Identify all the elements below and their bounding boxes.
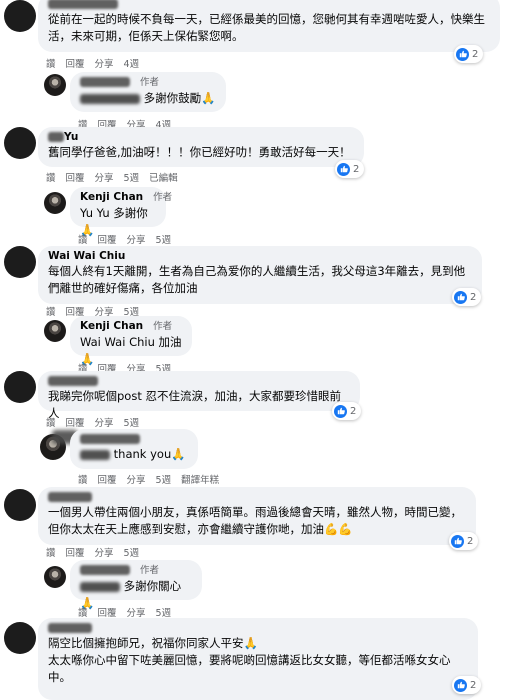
avatar[interactable] <box>44 566 66 588</box>
comment-text: 一個男人帶住兩個小朋友，真係唔簡單。雨過後總會天晴，雖然人物，時間已變，但你太太… <box>48 505 462 536</box>
avatar[interactable] <box>4 127 36 159</box>
comment-text: 太太喺你心中留下咗美麗回憶，要將呢啲回憶講返比女女聽，等佢都活喺女女心中。 <box>48 653 451 684</box>
like-button[interactable]: 讚 <box>46 59 56 70</box>
author-badge: 作者 <box>153 321 173 332</box>
comment-actions: 讚回覆 分享 4週 <box>46 56 149 70</box>
reply-button[interactable]: 回覆 <box>98 475 117 486</box>
reaction-count[interactable]: 2 <box>452 288 482 306</box>
commenter-name[interactable]: Kenji Chan 作者 <box>80 319 182 334</box>
like-button[interactable]: 讚 <box>78 235 88 246</box>
comment-bubble: Wai Wai Chiu 每個人終有1天離開，生者為自己為爱你的人繼續生活，我父… <box>38 246 482 304</box>
share-button[interactable]: 分享 <box>127 475 146 486</box>
share-button[interactable]: 分享 <box>95 59 114 70</box>
commenter-name[interactable]: 作者 <box>80 75 216 90</box>
avatar[interactable] <box>4 246 36 278</box>
timestamp[interactable]: 5週 <box>156 235 172 246</box>
author-badge: 作者 <box>153 192 173 203</box>
thumbs-up-icon <box>451 534 464 548</box>
reply-bubble: Kenji Chan 作者 Wai Wai Chiu 加油🙏 <box>70 316 192 366</box>
commenter-name[interactable] <box>48 490 466 504</box>
thumbs-up-icon <box>334 404 347 418</box>
share-button[interactable]: 分享 <box>95 418 114 429</box>
translate-link[interactable]: 翻譯年糕 <box>181 475 219 486</box>
comment-bubble: 一個男人帶住兩個小朋友，真係唔簡單。雨過後總會天晴，雖然人物，時間已變，但你太太… <box>38 487 476 545</box>
timestamp[interactable]: 4週 <box>124 59 140 70</box>
reply-bubble: 作者 多謝你關心🙏 <box>70 560 202 610</box>
timestamp[interactable]: 5週 <box>124 418 140 429</box>
commenter-name[interactable]: 作者 <box>80 563 192 578</box>
commenter-name[interactable] <box>80 432 188 446</box>
comment-bubble: 我睇完你呢個post 忍不住流淚，加油，大家都要珍惜眼前人 <box>38 371 360 420</box>
avatar[interactable] <box>4 0 36 32</box>
comment-bubble: 隔空比個擁抱師兄，祝福你同家人平安🙏 太太喺你心中留下咗美麗回憶，要將呢啲回憶講… <box>38 618 478 700</box>
like-button[interactable]: 讚 <box>78 475 88 486</box>
avatar[interactable] <box>44 320 66 342</box>
reaction-count[interactable]: 2 <box>454 45 484 63</box>
reaction-count[interactable]: 2 <box>452 676 482 694</box>
thumbs-up-icon <box>337 162 350 176</box>
reply-actions: 讚回覆 分享 5週 翻譯年糕 <box>78 472 229 486</box>
comment-bubble: Yu 舊同學仔爸爸,加油呀！！！你已經好叻！勇敢活好每一天！ <box>38 127 364 167</box>
avatar[interactable] <box>4 622 36 654</box>
like-button[interactable]: 讚 <box>46 418 56 429</box>
like-button[interactable]: 讚 <box>46 548 56 559</box>
author-badge: 作者 <box>140 77 160 88</box>
commenter-name[interactable] <box>48 0 490 11</box>
reaction-count[interactable]: 2 <box>449 532 479 550</box>
reply-bubble: Kenji Chan 作者 Yu Yu 多謝你🙏 <box>70 187 172 237</box>
comment-text: 舊同學仔爸爸,加油呀！！！你已經好叻！勇敢活好每一天！ <box>48 145 351 159</box>
timestamp[interactable]: 5週 <box>156 475 172 486</box>
share-button[interactable]: 分享 <box>95 548 114 559</box>
edited-label[interactable]: 已編輯 <box>149 173 178 184</box>
share-button[interactable]: 分享 <box>127 235 146 246</box>
reply-button[interactable]: 回覆 <box>66 59 85 70</box>
avatar[interactable] <box>4 371 36 403</box>
timestamp[interactable]: 5週 <box>124 173 140 184</box>
reply-button[interactable]: 回覆 <box>66 173 85 184</box>
comment-bubble: 從前在一起的時候不負每一天，已經係最美的回憶，您毑何其有幸週啱咗愛人，快樂生活，… <box>38 0 500 52</box>
avatar[interactable] <box>44 192 66 214</box>
thumbs-up-icon <box>454 290 467 304</box>
reply-bubble: thank you🙏 <box>70 429 198 469</box>
comment-text: 每個人終有1天離開，生者為自己為爱你的人繼續生活，我父母這3年離去，見到他們離世… <box>48 264 466 295</box>
share-button[interactable]: 分享 <box>95 173 114 184</box>
like-button[interactable]: 讚 <box>46 307 56 318</box>
comment-text: 從前在一起的時候不負每一天，已經係最美的回憶，您毑何其有幸週啱咗愛人，快樂生活，… <box>48 12 485 43</box>
reply-button[interactable]: 回覆 <box>66 418 85 429</box>
timestamp[interactable]: 5週 <box>124 548 140 559</box>
reply-text: 多謝你鼓勵🙏 <box>80 90 216 107</box>
reply-text: thank you🙏 <box>80 446 188 463</box>
reaction-count[interactable]: 2 <box>335 160 365 178</box>
like-button[interactable]: 讚 <box>46 173 56 184</box>
commenter-name[interactable] <box>48 621 468 635</box>
comment-actions: 讚回覆 分享 5週 <box>46 415 149 429</box>
avatar[interactable] <box>4 489 36 521</box>
comment-actions: 讚回覆 分享 5週 <box>46 545 149 559</box>
reaction-count[interactable]: 2 <box>332 402 362 420</box>
author-badge: 作者 <box>140 565 160 576</box>
commenter-name[interactable]: Yu <box>48 130 354 144</box>
thumbs-up-icon <box>454 678 467 692</box>
reply-button[interactable]: 回覆 <box>98 235 117 246</box>
commenter-name[interactable] <box>48 374 350 388</box>
reply-button[interactable]: 回覆 <box>66 548 85 559</box>
commenter-name[interactable]: Kenji Chan 作者 <box>80 190 172 205</box>
comment-text: 隔空比個擁抱師兄，祝福你同家人平安🙏 <box>48 636 258 650</box>
reply-actions: 讚回覆 分享 5週 <box>78 232 181 246</box>
avatar[interactable] <box>44 74 66 96</box>
thumbs-up-icon <box>456 47 469 61</box>
commenter-name[interactable]: Wai Wai Chiu <box>48 249 472 263</box>
comment-actions: 讚回覆 分享 5週 已編輯 <box>46 170 188 184</box>
reply-bubble: 作者 多謝你鼓勵🙏 <box>70 72 226 112</box>
reply-actions: 讚回覆 分享 5週 <box>78 605 181 619</box>
